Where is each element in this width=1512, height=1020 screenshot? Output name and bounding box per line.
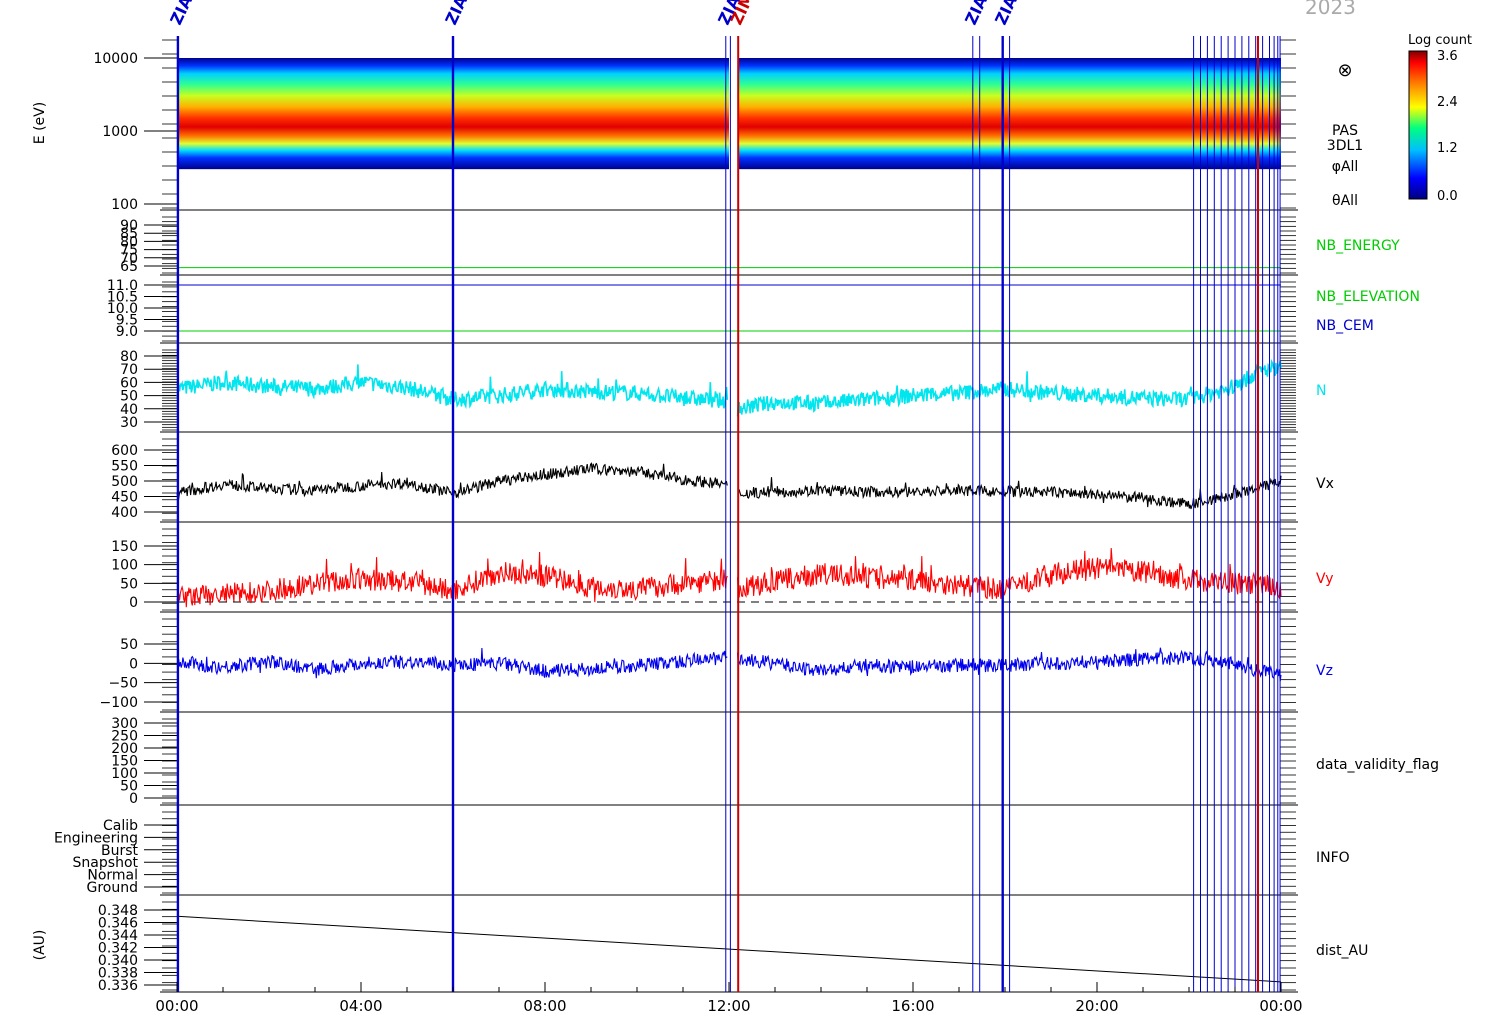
panel-vy: 150 100 50 0 Vy	[111, 528, 1334, 613]
series-line	[176, 358, 1282, 417]
y-tick-label: 550	[111, 459, 138, 475]
series-line	[176, 548, 1282, 608]
y-tick-label: 9.0	[116, 324, 138, 340]
colorbar-tick-label: 0.0	[1437, 189, 1458, 204]
y-tick-label: 100	[111, 558, 138, 574]
event-label: ZIA	[441, 0, 471, 28]
colorbar-tick-label: 3.6	[1437, 49, 1458, 64]
x-tick-label: 16:00	[891, 997, 934, 1015]
colorbar-tick-label: 2.4	[1437, 95, 1458, 110]
colorbar-tick-label: 1.2	[1437, 141, 1458, 156]
colorbar: Log count 3.6 2.4 1.2 0.0	[1408, 33, 1472, 204]
series-label: Vz	[1316, 663, 1333, 679]
y-tick-label: 65	[120, 259, 138, 275]
series-label: INFO	[1316, 850, 1350, 866]
event-label: ZIA	[166, 0, 196, 28]
time-axis: 00:00 04:00 08:00 12:00 16:00 20:00 00:00	[155, 982, 1303, 1015]
y-tick-label: 400	[111, 505, 138, 521]
panel-data-validity: 300250200150100500data_validity_flag	[111, 716, 1439, 807]
series-label: dist_AU	[1316, 943, 1368, 959]
event-label: ZIA	[991, 0, 1021, 28]
series-label: Vx	[1316, 476, 1334, 492]
y-axis-label: E (eV)	[32, 102, 48, 144]
panel-nb-elevation: 11.010.510.09.59.0NB_ELEVATIONNB_CEM	[107, 278, 1420, 344]
panel-density: 807060504030N	[120, 349, 1326, 433]
y-tick-label: 30	[120, 415, 138, 431]
y-tick-label: 500	[111, 474, 138, 490]
y-tick-label: 0	[129, 595, 138, 611]
y-tick-label: 1000	[102, 124, 138, 140]
colorbar-scale	[1408, 50, 1428, 200]
x-tick-label: 12:00	[707, 997, 750, 1015]
series-line	[176, 647, 1282, 682]
panel-distance: 0.3480.3460.3440.3420.3400.3380.336(AU) d…	[32, 901, 1368, 994]
panel-label: φAll	[1332, 159, 1359, 175]
y-tick-label: 100	[111, 197, 138, 213]
y-tick-label: −100	[100, 695, 138, 711]
y-tick-label: 0	[129, 656, 138, 672]
x-tick-label: 04:00	[339, 997, 382, 1015]
panel-vx: 600550500450400 Vx	[111, 438, 1334, 523]
y-tick-label: Ground	[87, 880, 139, 896]
event-label: ZIA	[961, 0, 991, 28]
panel-vz: 50 0 −50 −100 Vz	[100, 618, 1333, 713]
series-label: Vy	[1316, 571, 1334, 587]
series-label: NB_CEM	[1316, 318, 1374, 334]
panel-label: 3DL1	[1327, 138, 1363, 154]
series-label: data_validity_flag	[1316, 757, 1439, 773]
solar-wind-summary-plot: 2023 Log count 3.6 2.4 1.2 0.0 100001000…	[32, 0, 1472, 1015]
panel-label: θAll	[1332, 193, 1358, 209]
series-line	[176, 462, 1282, 510]
series-label: NB_ENERGY	[1316, 238, 1400, 254]
series-label: N	[1316, 383, 1326, 399]
y-tick-label: 10000	[93, 51, 138, 67]
header-year: 2023	[1305, 0, 1356, 19]
y-tick-label: 150	[111, 539, 138, 555]
series-label: NB_ELEVATION	[1316, 289, 1420, 305]
panel-info: CalibEngineeringBurstSnapshotNormalGroun…	[54, 811, 1350, 896]
y-tick-label: 450	[111, 490, 138, 506]
panel-label: PAS	[1332, 123, 1358, 139]
y-tick-label: 0.336	[98, 978, 138, 994]
y-axis-label: (AU)	[32, 930, 48, 961]
series-line	[176, 915, 1282, 983]
x-tick-label: 00:00	[155, 997, 198, 1015]
panel-nb-energy: 908580757065NB_ENERGY	[120, 216, 1400, 276]
panel-spectrogram: 10000 1000 100 E (eV) PAS3DL1 φAll θAll ⊗	[32, 39, 1363, 213]
x-tick-label: 20:00	[1075, 997, 1118, 1015]
colorbar-title: Log count	[1408, 33, 1472, 48]
y-tick-label: 0	[129, 791, 138, 807]
y-tick-label: 600	[111, 443, 138, 459]
x-tick-label: 08:00	[523, 997, 566, 1015]
y-tick-label: −50	[108, 676, 138, 692]
y-tick-label: 50	[120, 576, 138, 592]
x-tick-label: 00:00	[1259, 997, 1302, 1015]
y-tick-label: 50	[120, 637, 138, 653]
direction-symbol: ⊗	[1337, 60, 1352, 81]
